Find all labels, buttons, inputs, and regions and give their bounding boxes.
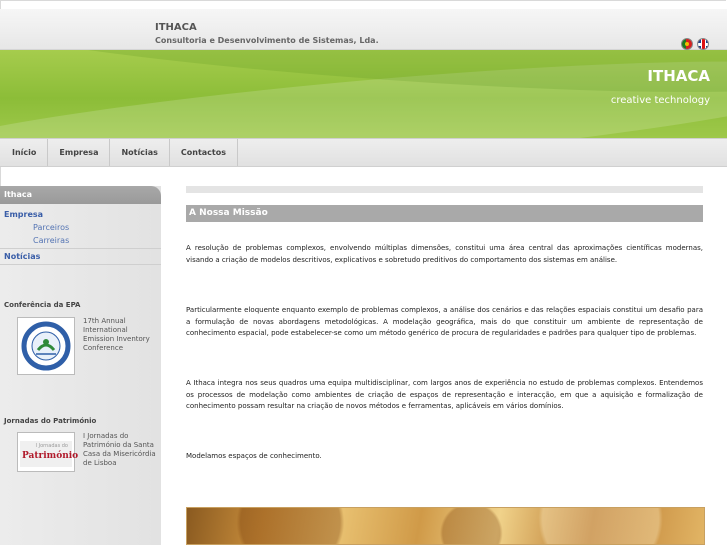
nav-item-empresa[interactable]: Empresa [48, 139, 111, 166]
mission-paragraph-2: Particularmente eloquente enquanto exemp… [186, 306, 703, 337]
sidebar-divider [0, 264, 161, 265]
patrimonio-logo-big: Património [22, 451, 79, 461]
patrimonio-logo-small: I Jornadas do [35, 443, 68, 449]
content-top-rule [186, 186, 703, 193]
sidebar-divider [0, 248, 161, 249]
sidebar-link-empresa[interactable]: Empresa [0, 208, 161, 221]
mission-paragraph-3: A Ithaca integra nos seus quadros uma eq… [186, 379, 703, 410]
sidebar-link-parceiros[interactable]: Parceiros [0, 221, 161, 234]
section-title: A Nossa Missão [189, 208, 268, 218]
company-name: ITHACA [155, 22, 197, 33]
epa-news-text: 17th Annual International Emission Inven… [83, 317, 150, 352]
epa-section-title: Conferência da EPA [4, 301, 81, 309]
mission-paragraph-1: A resolução de problemas complexos, envo… [186, 244, 703, 264]
sidebar: Ithaca Empresa Parceiros Carreiras Notíc… [0, 186, 161, 545]
mission-paragraph-4: Modelamos espaços de conhecimento. [186, 452, 322, 460]
hero-banner: ITHACA creative technology [0, 50, 727, 138]
nav-item-contactos[interactable]: Contactos [170, 139, 238, 166]
patrimonio-news-text: I Jornadas do Património da Santa Casa d… [83, 432, 156, 467]
language-switcher [681, 38, 709, 50]
epa-seal-icon[interactable] [17, 317, 75, 375]
banner-title: ITHACA [647, 67, 710, 85]
nav-item-inicio[interactable]: Início [0, 139, 49, 166]
company-subtitle: Consultoria e Desenvolvimento de Sistema… [155, 36, 379, 45]
site-header: ITHACA Consultoria e Desenvolvimento de … [0, 9, 727, 50]
main-nav: Início Empresa Notícias Contactos [0, 138, 727, 167]
banner-tagline: creative technology [610, 95, 710, 106]
nav-item-noticias[interactable]: Notícias [110, 139, 170, 166]
sidebar-heading: Ithaca [0, 186, 161, 204]
world-map-image [186, 507, 705, 545]
gb-flag-icon[interactable] [697, 38, 709, 50]
section-header: A Nossa Missão [186, 205, 703, 222]
patrimonio-section-title: Jornadas do Património [4, 417, 97, 425]
sidebar-link-carreiras[interactable]: Carreiras [0, 234, 161, 247]
pt-flag-icon[interactable] [681, 38, 693, 50]
sidebar-link-noticias[interactable]: Notícias [0, 250, 161, 263]
patrimonio-logo[interactable]: I Jornadas do Património [17, 432, 79, 472]
